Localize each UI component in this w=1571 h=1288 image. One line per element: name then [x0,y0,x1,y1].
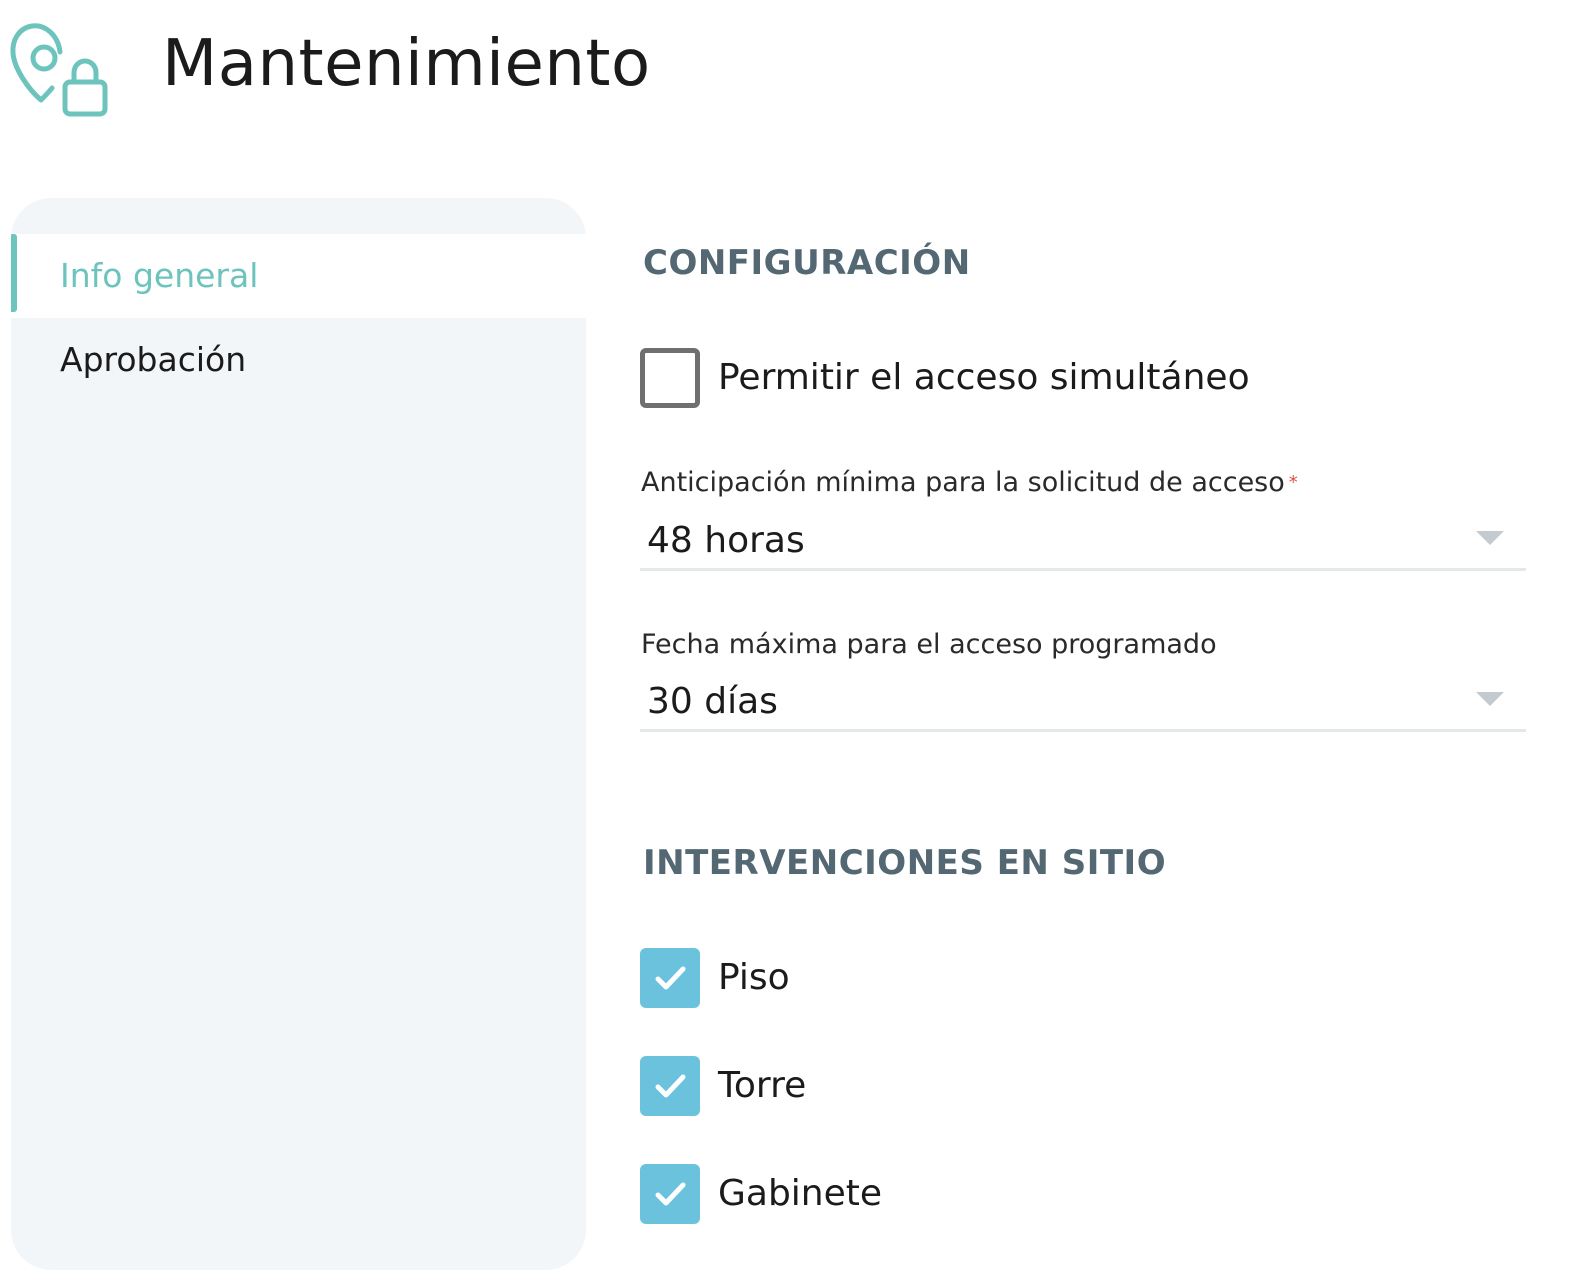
gabinete-checkbox[interactable] [640,1164,700,1224]
torre-label: Torre [718,1065,807,1106]
checkmark-icon [655,1074,686,1098]
simultaneous-access-checkbox-row[interactable]: Permitir el acceso simultáneo [640,348,1250,408]
checkmark-icon [655,966,686,990]
sidebar-nav: Info general Aprobación [11,198,586,1270]
piso-checkbox-row[interactable]: Piso [640,948,790,1008]
sidebar-item-label: Aprobación [60,340,247,379]
anticipation-label-text: Anticipación mínima para la solicitud de… [641,467,1285,498]
page-title: Mantenimiento [162,27,651,101]
max-date-select[interactable]: 30 días [640,675,1526,732]
page-header: Mantenimiento [0,0,1571,150]
torre-checkbox-row[interactable]: Torre [640,1056,806,1116]
piso-label: Piso [718,957,790,998]
sidebar-item-label: Info general [60,256,259,295]
anticipation-select[interactable]: 48 horas [640,514,1526,571]
caret-down-icon[interactable] [1476,531,1504,545]
checkmark-icon [655,1182,686,1206]
max-date-label-text: Fecha máxima para el acceso programado [641,629,1217,660]
simultaneous-access-checkbox[interactable] [640,348,700,408]
required-mark: * [1288,472,1298,493]
gabinete-label: Gabinete [718,1173,883,1214]
max-date-select-value: 30 días [647,681,778,722]
anticipation-select-value: 48 horas [647,520,805,561]
simultaneous-access-label: Permitir el acceso simultáneo [718,357,1250,398]
max-date-label: Fecha máxima para el acceso programado [641,629,1217,661]
gabinete-checkbox-row[interactable]: Gabinete [640,1164,882,1224]
caret-down-icon[interactable] [1476,692,1504,706]
sidebar-item-info-general[interactable]: Info general [11,234,586,318]
torre-checkbox[interactable] [640,1056,700,1116]
piso-checkbox[interactable] [640,948,700,1008]
sidebar-item-aprobacion[interactable]: Aprobación [11,318,586,402]
section-heading-intervenciones: INTERVENCIONES EN SITIO [643,843,1167,883]
anticipation-label: Anticipación mínima para la solicitud de… [641,467,1298,499]
section-heading-configuracion: CONFIGURACIÓN [643,243,971,283]
location-lock-icon [10,23,108,117]
